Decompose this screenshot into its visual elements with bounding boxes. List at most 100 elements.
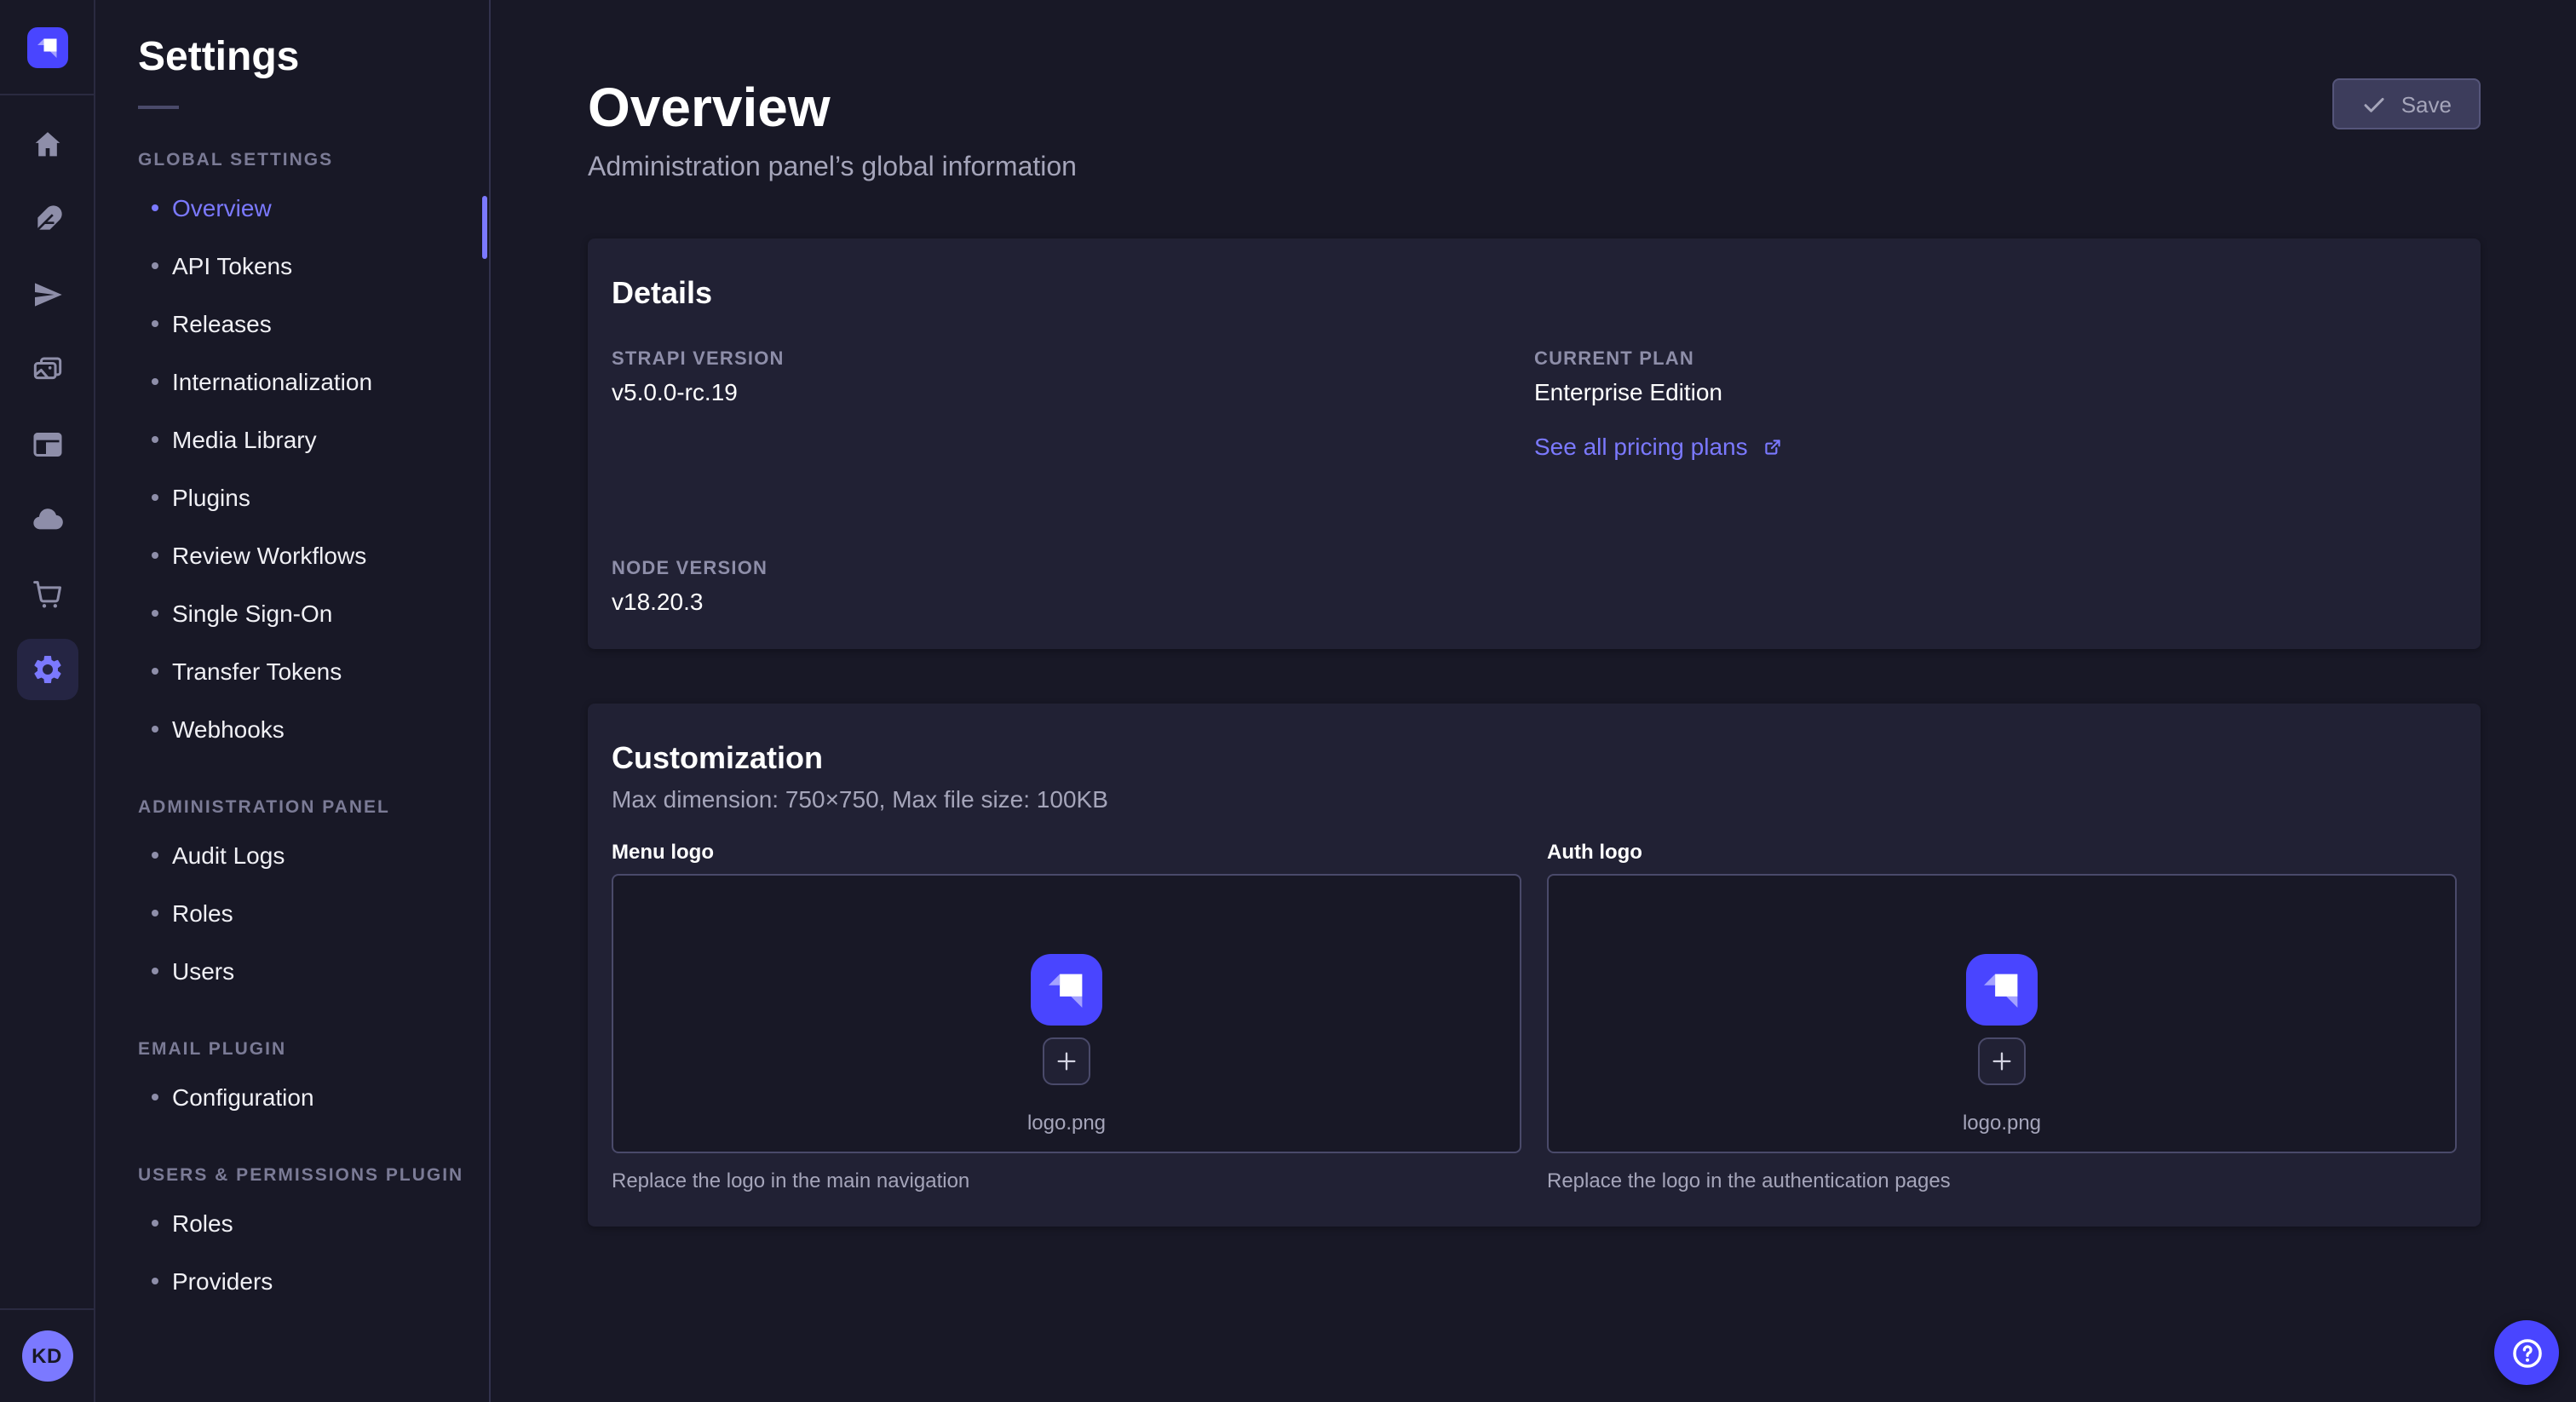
settings-subnav: Settings GLOBAL SETTINGS OverviewAPI Toke…	[95, 0, 491, 1402]
strapi-version-value: v5.0.0-rc.19	[612, 378, 1534, 405]
strapi-logo	[1966, 954, 2038, 1026]
bullet-icon	[152, 726, 158, 733]
menu-logo-dropzone[interactable]: logo.png	[612, 874, 1521, 1153]
strapi-logo	[1031, 954, 1102, 1026]
subnav-section-label: GLOBAL SETTINGS	[138, 150, 489, 170]
rail-item-marketplace[interactable]	[16, 564, 78, 625]
subnav-section-label: ADMINISTRATION PANEL	[138, 797, 489, 818]
subnav-item-roles[interactable]: Roles	[95, 1196, 489, 1250]
current-plan-label: CURRENT PLAN	[1534, 349, 2457, 370]
home-icon	[30, 128, 64, 162]
bullet-icon	[152, 320, 158, 327]
auth-logo-caption: Replace the logo in the authentication p…	[1547, 1169, 2457, 1192]
pricing-plans-link[interactable]: See all pricing plans	[1534, 433, 1784, 460]
subnav-item-label: Configuration	[172, 1083, 314, 1111]
menu-logo-label: Menu logo	[612, 840, 1521, 864]
subnav-item-label: Media Library	[172, 426, 317, 453]
subnav-item-single-sign-on[interactable]: Single Sign-On	[95, 586, 489, 641]
rail-item-deploy[interactable]	[16, 264, 78, 325]
avatar[interactable]: KD	[21, 1330, 72, 1382]
main-nav-rail: KD	[0, 0, 95, 1402]
rail-nav-items	[0, 95, 94, 700]
images-icon	[30, 353, 64, 387]
rail-user-section: KD	[0, 1308, 94, 1402]
subnav-item-transfer-tokens[interactable]: Transfer Tokens	[95, 644, 489, 698]
bullet-icon	[152, 968, 158, 974]
subnav-item-roles[interactable]: Roles	[95, 886, 489, 940]
bullet-icon	[152, 610, 158, 617]
bullet-icon	[152, 552, 158, 559]
bullet-icon	[152, 494, 158, 501]
subnav-item-label: Plugins	[172, 484, 250, 511]
bullet-icon	[152, 378, 158, 385]
subnav-item-label: Webhooks	[172, 715, 285, 743]
strapi-admin-settings-page: KD Settings GLOBAL SETTINGSOverviewAPI T…	[0, 0, 2576, 1402]
subnav-item-overview[interactable]: Overview	[95, 181, 489, 235]
rail-item-content-manager[interactable]	[16, 189, 78, 250]
subnav-item-internationalization[interactable]: Internationalization	[95, 354, 489, 409]
customization-subheading: Max dimension: 750×750, Max file size: 1…	[612, 785, 2457, 813]
node-version-label: NODE VERSION	[612, 559, 1534, 579]
subnav-item-providers[interactable]: Providers	[95, 1254, 489, 1308]
subnav-section-label: USERS & PERMISSIONS PLUGIN	[138, 1165, 489, 1186]
subnav-item-review-workflows[interactable]: Review Workflows	[95, 528, 489, 583]
page-title: Overview	[588, 78, 1077, 136]
subnav-item-media-library[interactable]: Media Library	[95, 412, 489, 467]
rail-item-settings[interactable]	[16, 639, 78, 700]
strapi-logo[interactable]	[26, 26, 67, 67]
subnav-item-label: Transfer Tokens	[172, 658, 342, 685]
subnav-item-configuration[interactable]: Configuration	[95, 1070, 489, 1124]
page-header: Overview Administration panel’s global i…	[588, 78, 2481, 184]
strapi-version-label: STRAPI VERSION	[612, 349, 1534, 370]
rail-item-content-type-builder[interactable]	[16, 414, 78, 475]
auth-logo-dropzone[interactable]: logo.png	[1547, 874, 2457, 1153]
subnav-item-label: Providers	[172, 1267, 273, 1295]
subnav-item-releases[interactable]: Releases	[95, 296, 489, 351]
customization-card: Customization Max dimension: 750×750, Ma…	[588, 704, 2481, 1227]
save-button-label: Save	[2401, 91, 2452, 117]
menu-logo-filename: logo.png	[1027, 1111, 1106, 1135]
auth-logo-filename: logo.png	[1963, 1111, 2041, 1135]
subnav-item-label: Single Sign-On	[172, 600, 332, 627]
pricing-plans-link-label: See all pricing plans	[1534, 433, 1748, 460]
details-card: Details STRAPI VERSION v5.0.0-rc.19 CURR…	[588, 238, 2481, 649]
subnav-section-label: EMAIL PLUGIN	[138, 1039, 489, 1060]
rail-item-cloud[interactable]	[16, 489, 78, 550]
subnav-title: Settings	[138, 34, 489, 82]
page-subtitle: Administration panel’s global informatio…	[588, 153, 1077, 184]
help-button[interactable]	[2494, 1320, 2559, 1385]
subnav-title-divider	[138, 106, 179, 109]
subnav-item-label: Roles	[172, 899, 233, 927]
save-button[interactable]: Save	[2333, 78, 2481, 129]
bullet-icon	[152, 436, 158, 443]
subnav-item-label: Review Workflows	[172, 542, 366, 569]
subnav-item-audit-logs[interactable]: Audit Logs	[95, 828, 489, 882]
external-link-icon	[1762, 435, 1784, 457]
node-version-value: v18.20.3	[612, 588, 1534, 615]
menu-logo-field: Menu logo logo.png Replace the logo in t…	[612, 840, 1521, 1192]
subnav-item-users[interactable]: Users	[95, 944, 489, 998]
auth-logo-field: Auth logo logo.png Replace the logo in t…	[1547, 840, 2457, 1192]
subnav-sections: GLOBAL SETTINGS OverviewAPI TokensRelease…	[95, 150, 489, 1308]
main-content: Overview Administration panel’s global i…	[491, 0, 2576, 1402]
feather-icon	[30, 203, 64, 237]
layout-icon	[30, 428, 64, 462]
question-mark-icon	[2509, 1335, 2544, 1370]
rail-item-media-library[interactable]	[16, 339, 78, 400]
rail-item-home[interactable]	[16, 114, 78, 175]
bullet-icon	[152, 204, 158, 211]
node-version-field: NODE VERSION v18.20.3	[612, 559, 1534, 615]
subnav-item-label: Roles	[172, 1210, 233, 1237]
subnav-item-label: Internationalization	[172, 368, 372, 395]
add-auth-logo-button[interactable]	[1978, 1037, 2026, 1085]
strapi-version-field: STRAPI VERSION v5.0.0-rc.19	[612, 349, 1534, 463]
bullet-icon	[152, 668, 158, 675]
bullet-icon	[152, 1094, 158, 1100]
subnav-item-api-tokens[interactable]: API Tokens	[95, 238, 489, 293]
subnav-scrollbar-thumb[interactable]	[482, 196, 487, 259]
bullet-icon	[152, 1220, 158, 1227]
add-menu-logo-button[interactable]	[1043, 1037, 1090, 1085]
subnav-item-webhooks[interactable]: Webhooks	[95, 702, 489, 756]
current-plan-field: CURRENT PLAN Enterprise Edition See all …	[1534, 349, 2457, 463]
subnav-item-plugins[interactable]: Plugins	[95, 470, 489, 525]
